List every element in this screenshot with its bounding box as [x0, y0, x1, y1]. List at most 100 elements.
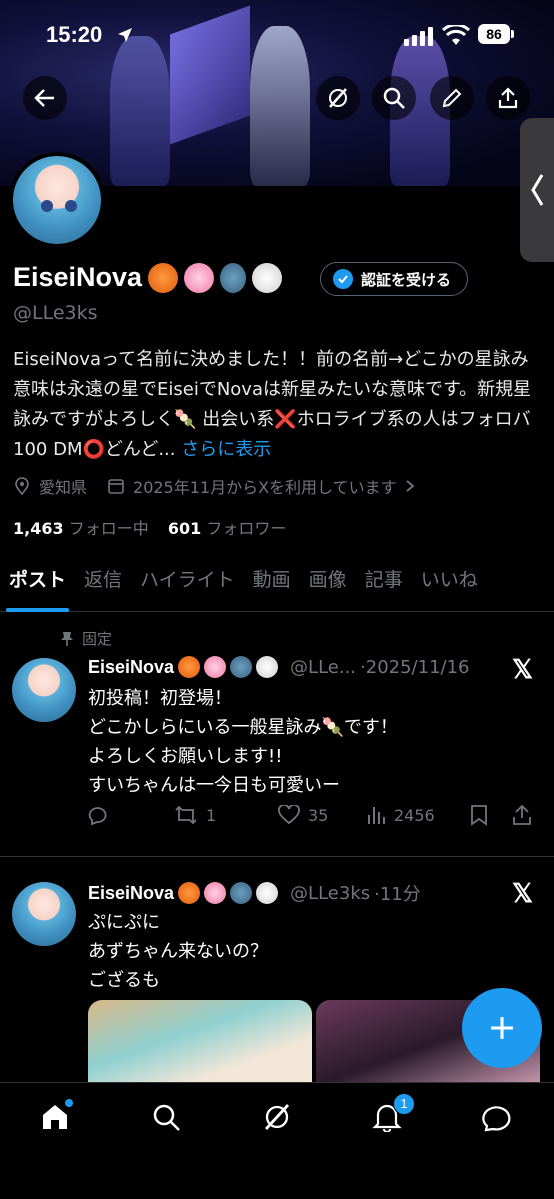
tweet-media-image[interactable]: [88, 1000, 312, 1090]
pin-icon: [61, 631, 73, 646]
profile-bio: EiseiNovaって名前に決めました！！前の名前→どこかの星詠み 意味は永遠の…: [13, 345, 543, 465]
tweet-avatar[interactable]: [12, 882, 76, 946]
share-icon: [513, 804, 531, 825]
tab-photos[interactable]: 画像: [300, 562, 356, 612]
skull-emoji-icon: [256, 656, 279, 678]
show-more-link[interactable]: さらに表示: [181, 439, 271, 460]
tweet-share-button[interactable]: [512, 804, 532, 826]
bookmark-button[interactable]: [470, 804, 512, 826]
tweet-line: よろしくお願いします!!: [88, 746, 283, 767]
follow-stats: 1,463 フォロー中 601 フォロワー: [13, 515, 286, 539]
fishing-emoji-icon: [220, 262, 247, 293]
arrow-left-icon: [34, 89, 54, 107]
tweet-author-handle: @LLe3ks: [290, 882, 371, 904]
followers-link[interactable]: 601 フォロワー: [168, 519, 287, 538]
get-verified-label: 認証を受ける: [361, 270, 452, 289]
repost-icon: [175, 805, 197, 825]
tweet-text: ぷにぷに あずちゃん来ないの？ ござるも: [88, 908, 268, 995]
tweet-timestamp[interactable]: ·11分: [374, 880, 421, 906]
tweet-line: 初投稿！初登場！: [88, 688, 232, 709]
tab-articles[interactable]: 記事: [356, 562, 412, 612]
grok-icon: [329, 88, 347, 108]
share-icon: [498, 87, 518, 109]
like-count: 35: [308, 805, 329, 825]
tab-videos[interactable]: 動画: [244, 562, 300, 612]
calendar-icon: [108, 479, 124, 494]
tab-highlights[interactable]: ハイライト: [131, 562, 244, 612]
tweet-author-name[interactable]: EiseiNova: [88, 883, 174, 904]
nav-grok[interactable]: [257, 1097, 297, 1137]
following-link[interactable]: 1,463 フォロー中: [13, 519, 149, 538]
skull-emoji-icon: [256, 882, 279, 904]
reply-button[interactable]: [88, 804, 174, 826]
search-icon: [153, 1104, 180, 1131]
search-button[interactable]: [372, 76, 416, 120]
tweet-timestamp[interactable]: ·2025/11/16: [360, 657, 469, 678]
bio-text: EiseiNovaって名前に決めました！！前の名前→どこかの星詠み 意味は永遠の…: [13, 349, 532, 460]
tab-replies[interactable]: 返信: [75, 562, 131, 612]
plus-icon: [491, 1017, 513, 1039]
compose-post-button[interactable]: [462, 988, 542, 1068]
back-button[interactable]: [23, 76, 67, 120]
reply-icon: [88, 807, 107, 826]
battery-indicator: 86: [478, 24, 514, 44]
profile-location: 愛知県: [39, 478, 88, 497]
display-name-text: EiseiNova: [13, 262, 143, 292]
side-drawer-handle[interactable]: [520, 118, 554, 262]
tweet-divider: [0, 856, 554, 857]
dango-emoji-icon: [148, 262, 179, 293]
location-pin-icon: [15, 477, 29, 495]
like-button[interactable]: 35: [278, 805, 366, 825]
profile-meta: 愛知県 2025年11月からXを利用しています: [13, 474, 415, 498]
tweet-line: ぷにぷに: [88, 912, 160, 933]
tweet-header: EiseiNova @LLe3ks ·11分: [88, 880, 421, 906]
views-button[interactable]: 2456: [366, 805, 470, 825]
profile-joined[interactable]: 2025年11月からXを利用しています: [133, 474, 397, 498]
nav-search[interactable]: [146, 1097, 186, 1137]
bottom-navigation: 1: [0, 1082, 554, 1199]
x-logo-icon[interactable]: 𝕏: [512, 654, 533, 685]
get-verified-button[interactable]: 認証を受ける: [320, 262, 469, 296]
nav-notifications[interactable]: 1: [367, 1093, 415, 1137]
repost-count: 1: [206, 805, 217, 825]
fishing-emoji-icon: [230, 656, 253, 678]
bookmark-icon: [471, 805, 487, 826]
tweet-line: どこかしらにいる一般星詠み🍡です！: [88, 717, 398, 738]
notification-badge: 1: [393, 1093, 415, 1115]
share-button[interactable]: [486, 76, 530, 120]
bar-chart-icon: [368, 807, 385, 824]
tweet-author-name[interactable]: EiseiNova: [88, 657, 174, 678]
pinned-indicator: 固定: [60, 628, 112, 649]
skull-emoji-icon: [252, 262, 283, 293]
profile-display-name: EiseiNova: [13, 262, 283, 293]
tweet-avatar[interactable]: [12, 658, 76, 722]
tweet-header: EiseiNova @LLe... ·2025/11/16: [88, 656, 470, 678]
pencil-icon: [442, 88, 462, 108]
search-icon: [383, 87, 405, 109]
status-bar: 15:20 86: [0, 0, 554, 70]
status-time: 15:20: [46, 22, 103, 47]
tweet-line: ござるも: [88, 970, 160, 991]
nav-messages[interactable]: [478, 1097, 518, 1137]
home-unread-dot: [65, 1099, 73, 1107]
nav-home[interactable]: [35, 1097, 75, 1137]
tab-posts[interactable]: ポスト: [0, 562, 75, 612]
profile-handle: @LLe3ks: [13, 302, 98, 324]
cherry-blossom-emoji-icon: [204, 882, 227, 904]
profile-avatar[interactable]: [9, 152, 105, 248]
x-logo-icon[interactable]: 𝕏: [512, 878, 533, 909]
tweet-line: すいちゃんは一今日も可愛いー: [88, 775, 340, 796]
tweet-author-handle: @LLe...: [290, 656, 357, 678]
dango-emoji-icon: [178, 656, 201, 678]
profile-tabs: ポスト 返信 ハイライト 動画 画像 記事 いいね: [0, 562, 554, 612]
fishing-emoji-icon: [230, 882, 253, 904]
edit-profile-button[interactable]: [430, 76, 474, 120]
grok-button[interactable]: [316, 76, 360, 120]
cherry-blossom-emoji-icon: [184, 262, 215, 293]
tab-likes[interactable]: いいね: [412, 562, 487, 612]
cherry-blossom-emoji-icon: [204, 656, 227, 678]
location-arrow-icon: [118, 28, 132, 42]
view-count: 2456: [394, 805, 435, 825]
repost-button[interactable]: 1: [174, 804, 278, 826]
message-icon: [482, 1106, 511, 1132]
